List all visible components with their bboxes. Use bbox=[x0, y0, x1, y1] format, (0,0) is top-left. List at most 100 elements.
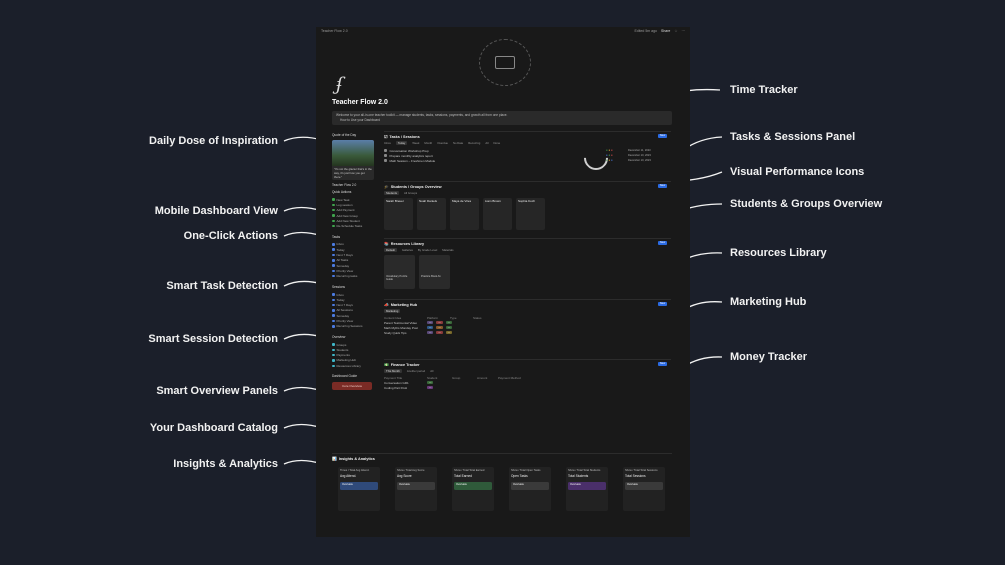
tab-inbox[interactable]: Inbox bbox=[384, 141, 391, 145]
quote-image bbox=[332, 140, 374, 166]
marketing-tabs: Marketing bbox=[384, 309, 671, 313]
book-icon: 📚 bbox=[384, 242, 389, 246]
callout-one-click-actions: One-Click Actions bbox=[183, 230, 278, 242]
tab-this-month[interactable]: This Month bbox=[384, 369, 402, 373]
star-icon[interactable]: ☆ bbox=[674, 29, 677, 33]
tasks-tabs: Inbox Today Week Month Overdue No Date R… bbox=[384, 141, 671, 145]
callout-resources-library: Resources Library bbox=[730, 247, 827, 259]
table-row[interactable]: Study Quick Tips — — — bbox=[384, 330, 671, 335]
checklist-icon: ☑ bbox=[384, 135, 388, 139]
callout-daily-dose-of-inspiration: Daily Dose of Inspiration bbox=[149, 135, 278, 147]
new-payment-button[interactable]: New bbox=[658, 362, 667, 366]
edited-status: Edited 5m ago bbox=[634, 29, 658, 33]
resources-library-panel: 📚 Resources Library Default Galleries By … bbox=[384, 238, 671, 299]
tab-students[interactable]: Students bbox=[384, 191, 400, 195]
overview-item[interactable]: Resources Library bbox=[332, 363, 376, 368]
insight-total-earned[interactable]: Show / Total Total Earned Total Earned O… bbox=[452, 467, 494, 511]
tab-all-groups[interactable]: All Groups bbox=[404, 191, 417, 195]
performance-icons: ● ● ● ● ● ● ● ● ● bbox=[606, 148, 613, 162]
resources-panel-title: 📚 Resources Library bbox=[384, 241, 425, 247]
tab-marketing[interactable]: Marketing bbox=[384, 309, 401, 313]
task-view-item[interactable]: Recurring tasks bbox=[332, 274, 376, 279]
callout-smart-task-detection: Smart Task Detection bbox=[166, 280, 278, 292]
page-logo-icon: ʄ bbox=[336, 74, 343, 95]
student-card[interactable]: Maya de Vries bbox=[450, 198, 479, 230]
new-marketing-button[interactable]: New bbox=[658, 302, 667, 306]
callout-tasks-and-sessions-panel: Tasks & Sessions Panel bbox=[730, 131, 856, 143]
resource-card[interactable]: Practice Book A1 bbox=[419, 255, 450, 289]
share-button[interactable]: Share bbox=[661, 29, 670, 33]
tab-overdue[interactable]: Overdue bbox=[437, 141, 448, 145]
student-card[interactable]: Sarah Breuer bbox=[384, 198, 413, 230]
tab-materials[interactable]: Materials bbox=[442, 248, 453, 252]
insights-panel-title: 📊 Insights & Analytics bbox=[332, 456, 375, 462]
tab-done[interactable]: Done bbox=[493, 141, 500, 145]
student-card[interactable]: Sophia Koch bbox=[516, 198, 545, 230]
cover-illustration bbox=[479, 39, 531, 86]
tab-default[interactable]: Default bbox=[384, 248, 397, 252]
tab-another-period[interactable]: Another period bbox=[407, 369, 425, 373]
insight-avg-score[interactable]: Show / Total Avg Score Avg Score Overvie… bbox=[395, 467, 437, 511]
student-card[interactable]: Liam Brown bbox=[483, 198, 512, 230]
tab-today[interactable]: Today bbox=[395, 141, 408, 145]
students-panel-title: 🎓 Students / Groups Overview bbox=[384, 184, 442, 190]
dashboard-guide-heading: Dashboard Guide bbox=[332, 374, 357, 379]
new-resource-button[interactable]: New bbox=[658, 241, 667, 245]
quote-text: "It's not the glacier that's in the way,… bbox=[334, 167, 372, 179]
tasks-panel-title: ☑ Tasks / Sessions bbox=[384, 134, 420, 140]
quick-actions-heading: Quick Actions bbox=[332, 190, 352, 194]
students-tabs: Students All Groups bbox=[384, 191, 671, 195]
tab-galleries[interactable]: Galleries bbox=[402, 248, 413, 252]
callout-mobile-dashboard-view: Mobile Dashboard View bbox=[154, 205, 278, 217]
graduation-cap-icon: 🎓 bbox=[384, 185, 389, 189]
students-groups-panel: 🎓 Students / Groups Overview Students All… bbox=[384, 181, 671, 238]
megaphone-icon: 📣 bbox=[384, 303, 389, 307]
tab-recurring[interactable]: Recurring bbox=[468, 141, 480, 145]
student-cards: Sarah Breuer Noah Daniels Maya de Vries … bbox=[384, 198, 671, 230]
tab-week[interactable]: Week bbox=[412, 141, 419, 145]
callout-smart-overview-panels: Smart Overview Panels bbox=[156, 385, 278, 397]
tab-all-finance[interactable]: All bbox=[430, 369, 433, 373]
task-dates: December 11, 2023 December 10, 2023 Dece… bbox=[628, 149, 651, 162]
callout-time-tracker: Time Tracker bbox=[730, 84, 798, 96]
resource-card[interactable]: Vocabulary Puzzle Guide bbox=[384, 255, 415, 289]
how-to-use-link[interactable]: How to Use your Dashboard bbox=[340, 118, 668, 123]
tab-grade-level[interactable]: By Grade Level bbox=[418, 248, 437, 252]
tab-no-date[interactable]: No Date bbox=[453, 141, 463, 145]
callout-insights-and-analytics: Insights & Analytics bbox=[173, 458, 278, 470]
laptop-icon bbox=[495, 56, 515, 69]
top-bar: Teacher Flow 2.0 Edited 5m ago Share ☆ ⋯ bbox=[316, 27, 690, 35]
callout-students-and-groups-overview: Students & Groups Overview bbox=[730, 198, 883, 210]
mobile-heading[interactable]: Teacher Flow 2.0 bbox=[332, 183, 376, 187]
tab-month[interactable]: Month bbox=[424, 141, 432, 145]
callout-visual-performance-icons: Visual Performance Icons bbox=[730, 166, 865, 178]
page-title: Teacher Flow 2.0 bbox=[332, 99, 388, 106]
finance-tabs: This Month Another period All bbox=[384, 369, 671, 373]
callout-your-dashboard-catalog: Your Dashboard Catalog bbox=[149, 422, 278, 434]
sessions-heading: Sessions bbox=[332, 284, 345, 289]
table-row[interactable]: Coding Part FGH — bbox=[384, 385, 671, 390]
student-card[interactable]: Noah Daniels bbox=[417, 198, 446, 230]
insight-avg-attend[interactable]: Times / Total Avg Attend. Avg Attend. Ov… bbox=[338, 467, 380, 511]
tab-all[interactable]: All bbox=[485, 141, 488, 145]
insight-total-students[interactable]: Show / Total Total Students Total Studen… bbox=[566, 467, 608, 511]
quick-action-item[interactable]: Re-Schedule Tasks bbox=[332, 223, 376, 228]
tasks-heading: Tasks bbox=[332, 234, 341, 239]
more-icon[interactable]: ⋯ bbox=[682, 29, 686, 33]
money-icon: 💵 bbox=[384, 363, 389, 367]
session-view-item[interactable]: Recurring Sessions bbox=[332, 324, 376, 329]
core-overview-button[interactable]: Core Overview bbox=[332, 382, 372, 391]
callout-smart-session-detection: Smart Session Detection bbox=[148, 333, 278, 345]
finance-panel-title: 💵 Finance Tracker bbox=[384, 362, 420, 368]
callout-marketing-hub: Marketing Hub bbox=[730, 296, 807, 308]
new-task-button[interactable]: New bbox=[658, 134, 667, 138]
new-student-button[interactable]: New bbox=[658, 184, 667, 188]
overview-heading: Overview bbox=[332, 334, 346, 339]
marketing-hub-panel: 📣 Marketing Hub Marketing New Content Ide… bbox=[384, 299, 671, 355]
breadcrumb[interactable]: Teacher Flow 2.0 bbox=[321, 29, 348, 33]
insight-open-tasks[interactable]: Show / Total Open Tasks Open Tasks Overv… bbox=[509, 467, 551, 511]
dashboard-sidebar: Quote of the Day "It's not the glacier t… bbox=[332, 131, 376, 451]
finance-tracker-panel: 💵 Finance Tracker This Month Another peri… bbox=[384, 359, 671, 420]
insight-total-sessions[interactable]: Show / Total Total Sessions Total Sessio… bbox=[623, 467, 665, 511]
chart-icon: 📊 bbox=[332, 457, 337, 461]
